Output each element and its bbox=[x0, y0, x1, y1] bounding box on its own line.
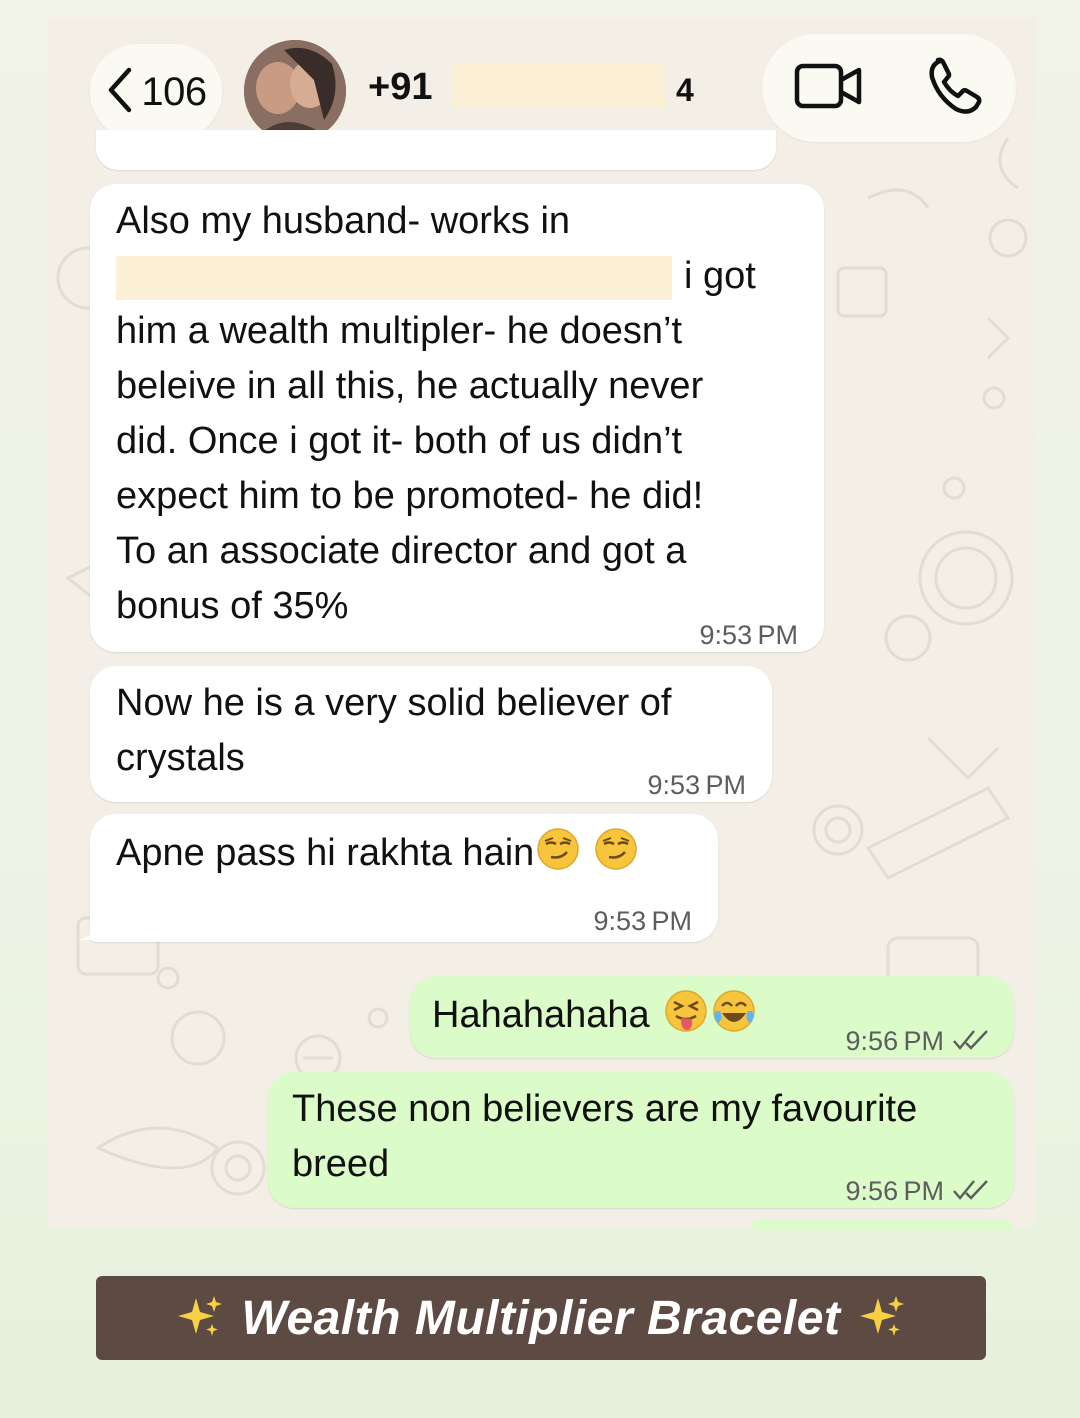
message-timestamp: 9:53 PM bbox=[593, 906, 692, 936]
message-bubble-partial bbox=[750, 1220, 1014, 1230]
smirking-face-icon bbox=[594, 827, 638, 871]
message-bubble[interactable]: Also my husband- works in i got him a we… bbox=[90, 184, 824, 652]
tears-of-joy-face-icon bbox=[712, 989, 756, 1033]
contact-number-prefix: +91 bbox=[368, 66, 433, 108]
message-timestamp: 9:53 PM bbox=[699, 620, 798, 650]
message-line: did. Once i got it- both of us didn’t bbox=[116, 420, 683, 462]
phone-icon[interactable] bbox=[928, 57, 984, 120]
tongue-out-face-icon bbox=[664, 989, 708, 1033]
message-time-text: 9:56 PM bbox=[845, 1176, 944, 1206]
unread-count: 106 bbox=[141, 69, 207, 114]
redacted-number bbox=[452, 64, 666, 108]
message-bubble-outgoing[interactable]: These non believers are my favourite bre… bbox=[268, 1072, 1014, 1208]
message-line: Now he is a very solid believer of bbox=[116, 682, 672, 724]
message-line-text: Apne pass hi rakhta hain bbox=[116, 832, 535, 874]
message-bubble-partial bbox=[96, 130, 776, 170]
message-line: expect him to be promoted- he did! bbox=[116, 475, 704, 517]
contact-avatar[interactable] bbox=[244, 40, 346, 142]
message-line: beleive in all this, he actually never bbox=[116, 365, 704, 407]
contact-number-suffix: 4 bbox=[676, 72, 694, 108]
message-bubble[interactable]: Now he is a very solid believer of cryst… bbox=[90, 666, 772, 802]
chevron-left-icon bbox=[105, 66, 133, 119]
message-line-text: Hahahahaha bbox=[432, 994, 650, 1036]
message-text: Apne pass hi rakhta hain bbox=[116, 826, 698, 881]
message-text: Also my husband- works in i got him a we… bbox=[116, 194, 804, 634]
back-button[interactable]: 106 bbox=[90, 44, 222, 140]
message-line: These non believers are my favourite bbox=[292, 1088, 918, 1130]
read-ticks-icon bbox=[952, 1165, 990, 1220]
message-line: To an associate director and got a bbox=[116, 530, 687, 572]
message-timestamp: 9:56 PM bbox=[846, 1164, 990, 1220]
sparkles-icon bbox=[858, 1292, 906, 1345]
message-bubble[interactable]: Apne pass hi rakhta hain 9:53 PM bbox=[90, 814, 718, 942]
message-line-fragment: i got bbox=[684, 255, 756, 297]
sparkles-icon bbox=[176, 1292, 224, 1345]
video-camera-icon[interactable] bbox=[794, 63, 864, 114]
message-bubble-outgoing[interactable]: Hahahahaha 9:56 PM bbox=[410, 976, 1014, 1058]
message-timestamp: 9:53 PM bbox=[647, 770, 746, 800]
message-time-text: 9:56 PM bbox=[845, 1026, 944, 1056]
message-timestamp: 9:56 PM bbox=[846, 1014, 990, 1070]
message-line: him a wealth multipler- he doesn’t bbox=[116, 310, 683, 352]
product-banner: Wealth Multiplier Bracelet bbox=[96, 1276, 986, 1360]
read-ticks-icon bbox=[952, 1015, 990, 1070]
message-line-with-redaction: i got bbox=[116, 249, 804, 304]
message-line: Also my husband- works in bbox=[116, 200, 571, 242]
call-actions bbox=[762, 34, 1016, 142]
message-line: Apne pass hi rakhta hain bbox=[116, 826, 698, 881]
redacted-text bbox=[116, 255, 672, 300]
banner-title: Wealth Multiplier Bracelet bbox=[241, 1291, 841, 1345]
smirking-face-icon bbox=[536, 827, 580, 871]
